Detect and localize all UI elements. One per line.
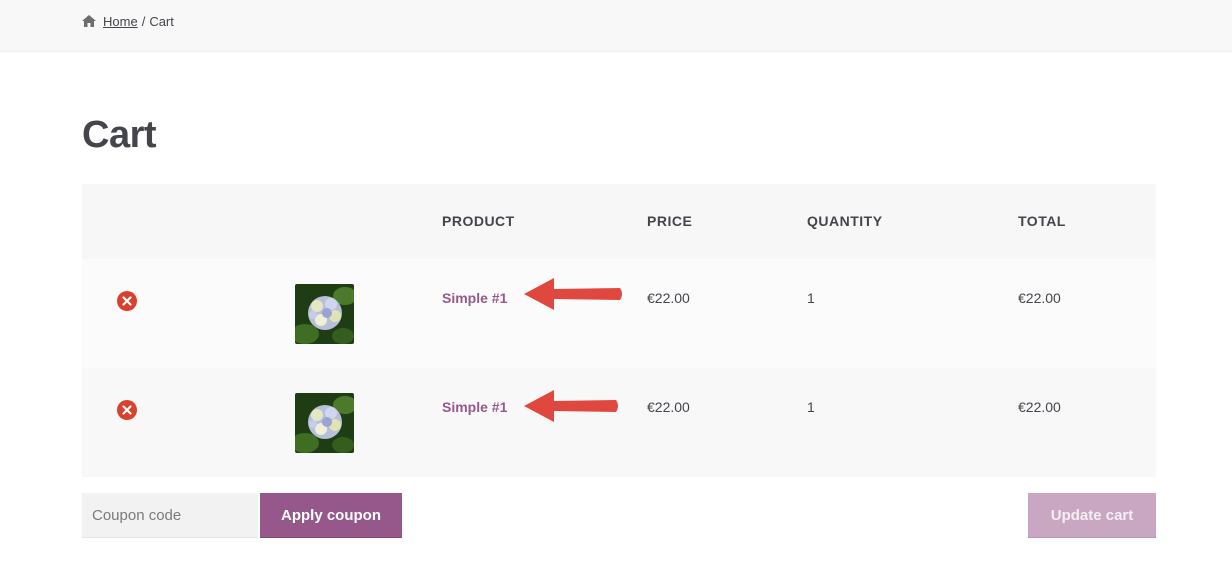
remove-item-button[interactable] (117, 400, 137, 420)
breadcrumb-separator: / (141, 14, 146, 29)
product-thumbnail[interactable] (295, 393, 354, 453)
item-price: €22.00 (647, 290, 690, 306)
close-icon (122, 296, 132, 306)
table-header: PRODUCT PRICE QUANTITY TOTAL (82, 184, 1156, 259)
page-title: Cart (82, 114, 157, 156)
header-product: PRODUCT (442, 213, 515, 229)
item-quantity[interactable]: 1 (807, 399, 815, 415)
item-price: €22.00 (647, 399, 690, 415)
product-thumbnail[interactable] (295, 284, 354, 344)
annotation-arrow-icon (524, 390, 618, 422)
header-quantity: QUANTITY (807, 213, 883, 229)
apply-coupon-button[interactable]: Apply coupon (260, 493, 402, 538)
breadcrumb: Home / Cart (82, 14, 174, 29)
coupon-code-input[interactable] (82, 493, 258, 538)
home-icon (82, 14, 96, 27)
product-name-link[interactable]: Simple #1 (442, 290, 507, 306)
close-icon (122, 405, 132, 415)
breadcrumb-bar: Home / Cart (0, 0, 1232, 52)
header-price: PRICE (647, 213, 693, 229)
item-total: €22.00 (1018, 290, 1061, 306)
item-quantity[interactable]: 1 (807, 290, 815, 306)
breadcrumb-current: Cart (149, 14, 174, 29)
header-total: TOTAL (1018, 213, 1066, 229)
annotation-arrow-icon (524, 278, 622, 310)
cart-table: PRODUCT PRICE QUANTITY TOTAL Simple #1 €… (82, 184, 1156, 477)
update-cart-button[interactable]: Update cart (1028, 493, 1156, 538)
remove-item-button[interactable] (117, 291, 137, 311)
product-name-link[interactable]: Simple #1 (442, 399, 507, 415)
item-total: €22.00 (1018, 399, 1061, 415)
breadcrumb-home-link[interactable]: Home (103, 14, 138, 29)
table-row: Simple #1 €22.00 1 €22.00 (82, 259, 1156, 368)
